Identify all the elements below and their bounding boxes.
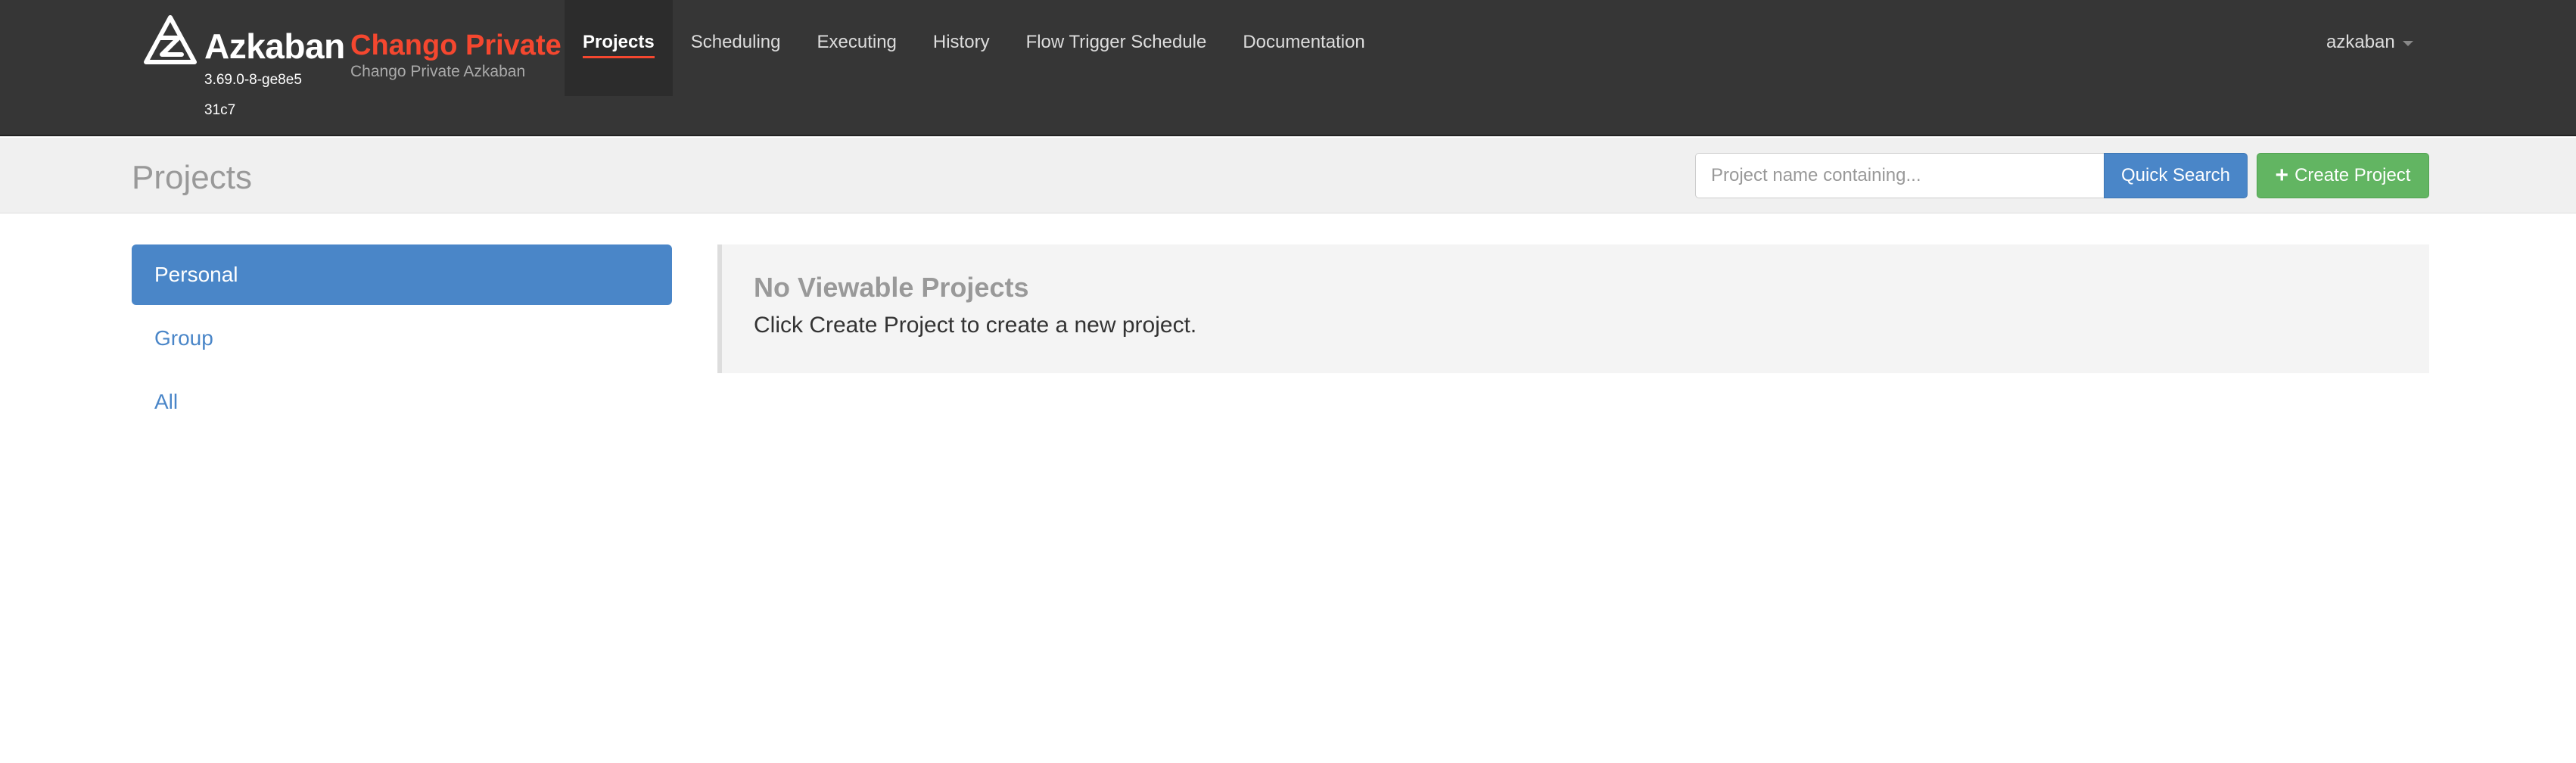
empty-state-text: Click Create Project to create a new pro… — [754, 313, 1197, 338]
nav-item-projects[interactable]: Projects — [565, 0, 673, 96]
caret-down-icon — [2402, 41, 2413, 46]
nav-item-documentation[interactable]: Documentation — [1224, 0, 1383, 96]
sidebar-item-group[interactable]: Group — [132, 308, 672, 369]
page-title: Projects — [132, 159, 252, 196]
brand-name: Azkaban — [204, 26, 345, 66]
nav-item-executing[interactable]: Executing — [798, 0, 914, 96]
plus-icon: + — [2275, 163, 2289, 188]
nav-item-scheduling[interactable]: Scheduling — [673, 0, 799, 96]
sidebar-item-personal[interactable]: Personal — [132, 244, 672, 305]
azkaban-logo-icon — [144, 15, 197, 64]
top-navbar: Azkaban Chango Private Chango Private Az… — [0, 0, 2576, 136]
brand[interactable]: Azkaban Chango Private Chango Private Az… — [144, 15, 562, 129]
page-header: Projects Quick Search + Create Project — [0, 138, 2576, 213]
sidebar-item-all[interactable]: All — [132, 372, 672, 432]
quick-search-button[interactable]: Quick Search — [2104, 153, 2248, 198]
user-menu[interactable]: azkaban — [2326, 32, 2413, 53]
nav-item-flow-trigger-schedule[interactable]: Flow Trigger Schedule — [1008, 0, 1225, 96]
empty-projects-panel: No Viewable Projects Click Create Projec… — [717, 244, 2429, 373]
empty-state-title: No Viewable Projects — [754, 272, 1029, 303]
create-project-label: Create Project — [2294, 165, 2411, 185]
create-project-button[interactable]: + Create Project — [2257, 153, 2429, 198]
brand-env-subtitle: Chango Private Azkaban — [350, 63, 526, 80]
brand-env-name: Chango Private — [350, 30, 562, 61]
nav-item-history[interactable]: History — [915, 0, 1008, 96]
project-filter-sidebar: Personal Group All — [132, 244, 672, 435]
brand-version: 3.69.0-8-ge8e531c7 — [204, 72, 302, 118]
user-name: azkaban — [2326, 32, 2395, 52]
project-search-input[interactable] — [1695, 153, 2104, 198]
main-nav: Projects Scheduling Executing History Fl… — [565, 0, 1383, 96]
